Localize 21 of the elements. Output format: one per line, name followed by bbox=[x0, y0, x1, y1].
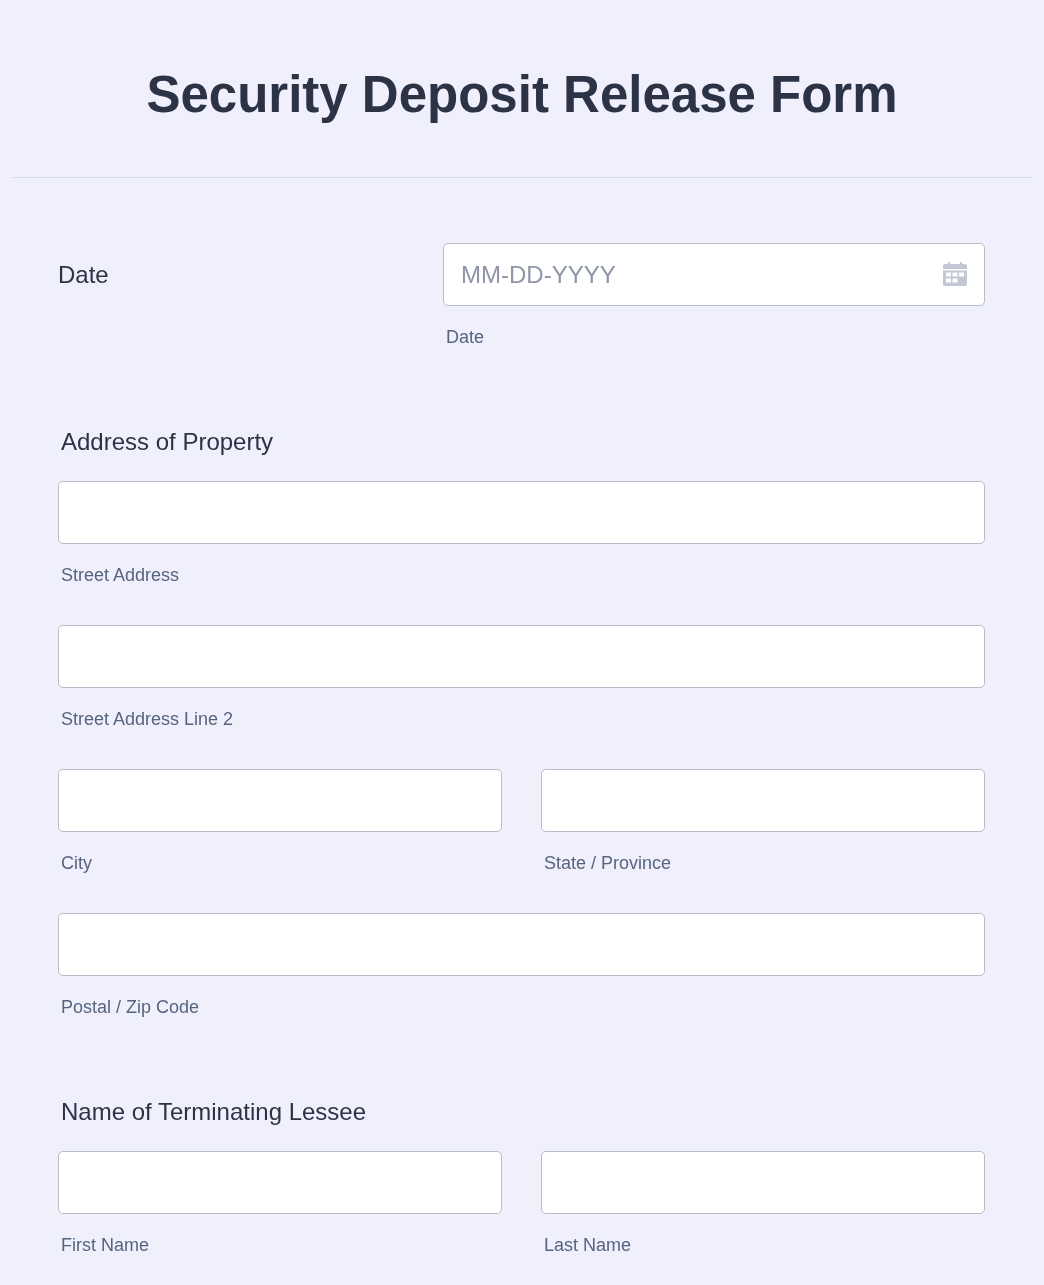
field-sublabel: First Name bbox=[60, 1234, 149, 1256]
text-field[interactable] bbox=[541, 769, 985, 832]
field-label: Date bbox=[58, 259, 109, 290]
text-field[interactable] bbox=[58, 625, 985, 688]
calendar-icon[interactable] bbox=[943, 262, 967, 286]
text-field[interactable] bbox=[541, 1151, 985, 1214]
text-field[interactable] bbox=[58, 481, 985, 544]
field-sublabel: Last Name bbox=[543, 1234, 632, 1256]
field-sublabel: Street Address bbox=[60, 564, 180, 586]
field-sublabel: City bbox=[60, 852, 92, 874]
field-sublabel: Date bbox=[445, 326, 485, 348]
field-sublabel: Postal / Zip Code bbox=[60, 996, 200, 1018]
text-field[interactable] bbox=[58, 769, 502, 832]
text-field[interactable] bbox=[58, 1151, 502, 1214]
section-heading: Address of Property bbox=[60, 427, 274, 457]
date-field[interactable]: MM-DD-YYYY bbox=[443, 243, 985, 306]
section-heading: Name of Terminating Lessee bbox=[60, 1097, 367, 1127]
field-sublabel: Street Address Line 2 bbox=[60, 708, 234, 730]
field-sublabel: State / Province bbox=[543, 852, 672, 874]
form-title: Security Deposit Release Form bbox=[146, 64, 898, 125]
text-field[interactable] bbox=[58, 913, 985, 976]
